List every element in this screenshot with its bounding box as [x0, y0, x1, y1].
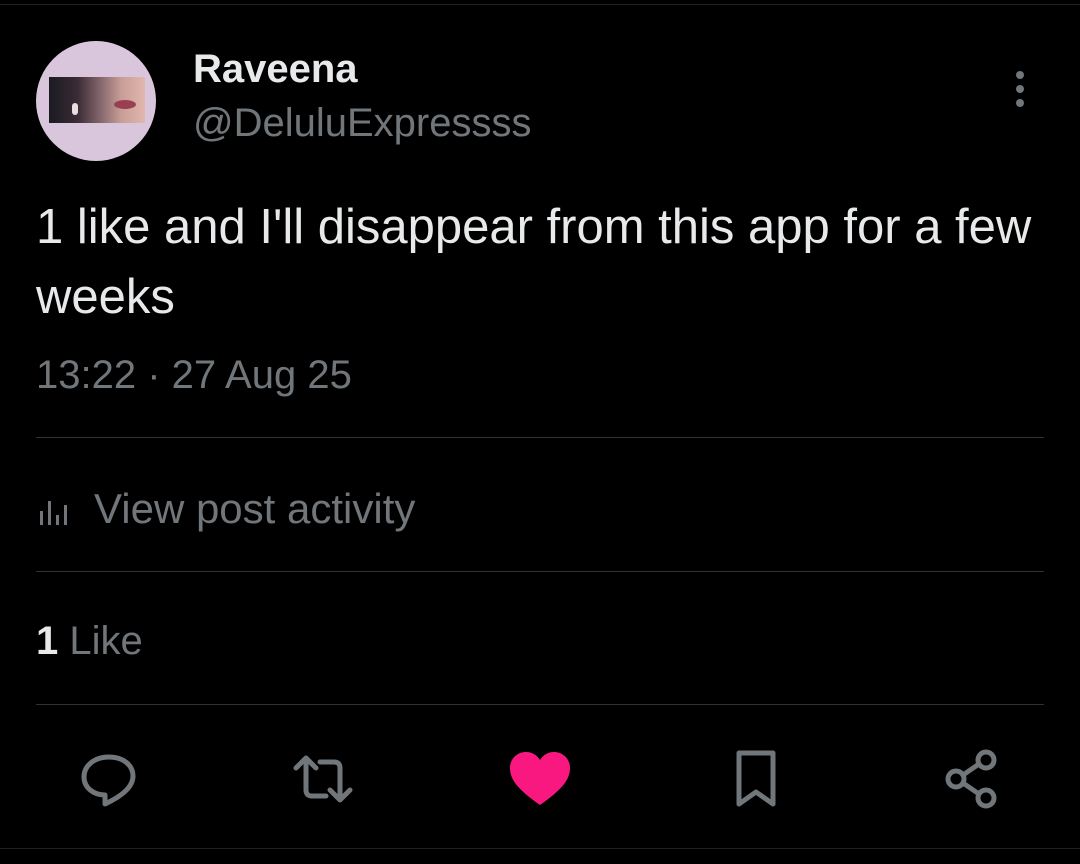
share-button[interactable] — [938, 746, 1004, 812]
more-options-icon[interactable] — [1000, 66, 1040, 112]
likes-label: Like — [69, 619, 143, 663]
post-timestamp[interactable]: 13:22 · 27 Aug 25 — [36, 352, 352, 398]
likes-summary[interactable]: 1 Like — [36, 618, 143, 664]
heart-icon — [510, 752, 570, 805]
view-post-activity-label: View post activity — [94, 485, 416, 532]
repost-button[interactable] — [290, 746, 356, 812]
author-handle[interactable]: @DeluluExpressss — [193, 100, 532, 146]
avatar-earring-detail — [72, 103, 78, 115]
post-text: 1 like and I'll disappear from this app … — [36, 200, 1032, 324]
more-dot — [1016, 71, 1024, 79]
bookmark-button[interactable] — [723, 746, 789, 812]
share-icon — [945, 749, 997, 809]
avatar[interactable] — [36, 41, 156, 161]
bookmark-icon — [736, 750, 776, 807]
top-divider — [0, 4, 1080, 5]
repost-icon — [293, 755, 353, 803]
avatar-lip-detail — [114, 100, 136, 109]
more-dot — [1016, 99, 1024, 107]
bottom-divider — [0, 848, 1080, 849]
view-post-activity-button[interactable]: View post activity — [36, 484, 415, 534]
likes-count: 1 — [36, 619, 59, 663]
divider — [36, 704, 1044, 705]
reply-icon — [81, 754, 136, 807]
more-dot — [1016, 85, 1024, 93]
divider — [36, 437, 1044, 438]
bar-chart-icon — [40, 501, 67, 525]
like-button[interactable] — [507, 746, 573, 812]
reply-button[interactable] — [76, 746, 142, 812]
divider — [36, 571, 1044, 572]
author-display-name[interactable]: Raveena — [193, 46, 358, 92]
